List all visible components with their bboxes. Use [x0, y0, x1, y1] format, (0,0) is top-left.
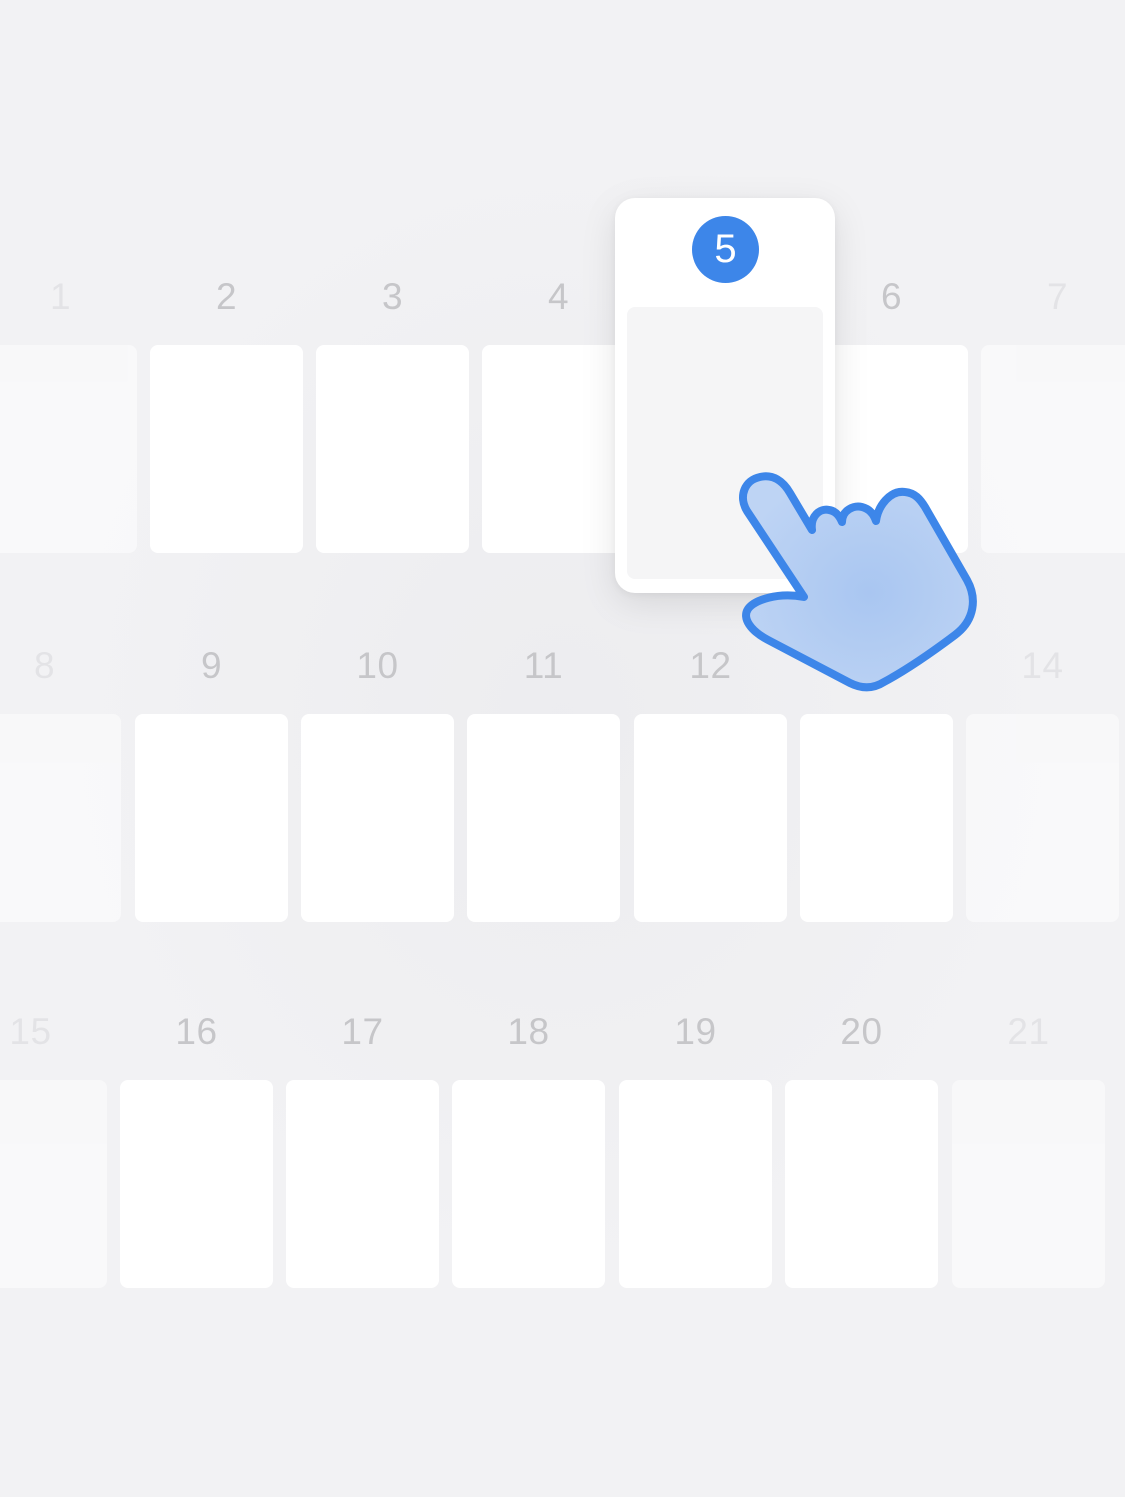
- day-card[interactable]: [135, 714, 288, 922]
- day-cell[interactable]: 10: [301, 644, 454, 924]
- day-cell[interactable]: 3: [316, 275, 469, 555]
- day-card[interactable]: [0, 1080, 107, 1288]
- selected-day-badge: 5: [692, 216, 759, 283]
- pointing-hand-icon: [739, 472, 977, 692]
- day-cell[interactable]: 7: [981, 275, 1125, 555]
- day-number: 18: [507, 1011, 550, 1052]
- day-number: 11: [523, 645, 564, 686]
- day-number: 17: [341, 1011, 384, 1052]
- day-cell[interactable]: 15: [0, 1010, 107, 1290]
- day-card[interactable]: [482, 345, 635, 553]
- day-cell[interactable]: 11: [467, 644, 620, 924]
- day-cell[interactable]: 19: [619, 1010, 772, 1290]
- day-cell[interactable]: 2: [150, 275, 303, 555]
- day-number: 2: [215, 276, 238, 317]
- day-number: 9: [200, 645, 223, 686]
- day-cell[interactable]: 21: [952, 1010, 1105, 1290]
- day-card[interactable]: [634, 714, 787, 922]
- day-cell[interactable]: 9: [135, 644, 288, 924]
- day-number: 1: [49, 276, 72, 317]
- day-card[interactable]: [452, 1080, 605, 1288]
- day-cell[interactable]: 16: [120, 1010, 273, 1290]
- day-card[interactable]: [0, 345, 137, 553]
- day-cell[interactable]: 4: [482, 275, 635, 555]
- day-number: 3: [381, 276, 404, 317]
- day-card[interactable]: [120, 1080, 273, 1288]
- day-number: 4: [547, 276, 570, 317]
- day-cell[interactable]: 1: [0, 275, 137, 555]
- day-card[interactable]: [619, 1080, 772, 1288]
- day-number: 19: [674, 1011, 717, 1052]
- day-card[interactable]: [800, 714, 953, 922]
- day-cell[interactable]: 14: [966, 644, 1119, 924]
- day-number: 20: [840, 1011, 883, 1052]
- day-number: 10: [356, 645, 399, 686]
- day-card[interactable]: [301, 714, 454, 922]
- day-number: 14: [1021, 645, 1064, 686]
- day-card[interactable]: [286, 1080, 439, 1288]
- day-card[interactable]: [952, 1080, 1105, 1288]
- day-card[interactable]: [785, 1080, 938, 1288]
- day-card[interactable]: [316, 345, 469, 553]
- day-card[interactable]: [150, 345, 303, 553]
- day-number: 15: [9, 1011, 52, 1052]
- day-cell[interactable]: 18: [452, 1010, 605, 1290]
- day-number: 6: [880, 276, 903, 317]
- day-card[interactable]: [0, 714, 121, 922]
- day-cell[interactable]: 8: [0, 644, 121, 924]
- day-card[interactable]: [981, 345, 1125, 553]
- day-number: 8: [33, 645, 56, 686]
- calendar-stage: 1 2 3 4 6 7 8 9 10 11 12 14 15 16 17 18 …: [0, 0, 1125, 1497]
- day-cell[interactable]: 20: [785, 1010, 938, 1290]
- calendar-week-3: 15 16 17 18 19 20 21: [0, 1010, 1125, 1290]
- day-number: 16: [175, 1011, 218, 1052]
- day-number: 21: [1007, 1011, 1050, 1052]
- day-number: 7: [1046, 276, 1069, 317]
- day-cell[interactable]: 17: [286, 1010, 439, 1290]
- day-card[interactable]: [467, 714, 620, 922]
- day-card[interactable]: [966, 714, 1119, 922]
